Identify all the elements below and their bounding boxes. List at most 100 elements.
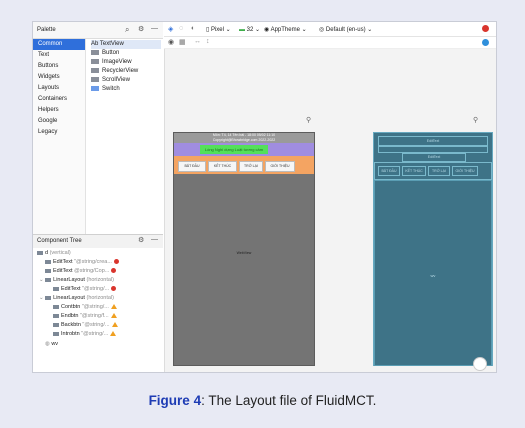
figure-caption: Figure 4: The Layout file of FluidMCT.: [0, 393, 525, 408]
edittext-icon: [53, 286, 59, 291]
eye-icon[interactable]: ◉: [168, 38, 174, 46]
palette-categories: Common Text Buttons Widgets Layouts Cont…: [33, 39, 86, 234]
blueprint-button: KẾT THÚC: [402, 166, 426, 176]
button-icon: [53, 304, 59, 309]
minimize-icon[interactable]: —: [151, 236, 158, 243]
component-tree-title: Component Tree: [37, 238, 82, 244]
gear-icon[interactable]: ⚙: [138, 25, 144, 33]
pin-icon[interactable]: ⚲: [306, 116, 311, 124]
locale-label: Default (en-us): [325, 27, 366, 33]
widget-label: ImageView: [102, 59, 132, 65]
tree-node[interactable]: EditText "@string/...: [53, 286, 117, 292]
resize-horizontal-icon[interactable]: ↔: [194, 38, 201, 45]
node-detail: (horizontal): [86, 277, 114, 283]
android-studio-layout-editor: Palette ⌕ ⚙ — Common Text Buttons Widget…: [32, 21, 497, 373]
category-buttons[interactable]: Buttons: [33, 61, 85, 72]
locale-selector[interactable]: ◎ Default (en-us) ⌄: [319, 26, 372, 33]
resize-vertical-icon[interactable]: ↕: [206, 38, 210, 45]
button-bar: BẮT ĐẦU KẾT THÚC TRỞ LẠI GIỚI THIỆU: [174, 156, 314, 174]
edittext-icon: [45, 259, 51, 264]
button-icon: [91, 49, 99, 55]
edittext-icon: [45, 268, 51, 273]
category-containers[interactable]: Containers: [33, 94, 85, 105]
android-icon: ▬: [239, 27, 245, 33]
tree-node[interactable]: Contbtn "@string/...: [53, 304, 117, 310]
figure-label: Figure 4: [148, 393, 202, 408]
node-detail: "@string/...: [81, 304, 109, 310]
palette-header: Palette ⌕ ⚙ —: [33, 22, 163, 39]
widget-label: ScrollView: [102, 77, 130, 83]
blueprint-toggle-icon[interactable]: ▦: [179, 38, 186, 46]
widget-scrollview[interactable]: ScrollView: [91, 76, 130, 85]
layout-icon: [37, 250, 43, 255]
node-name: d: [45, 250, 49, 256]
theme-label: AppTheme: [270, 27, 300, 33]
night-mode-icon[interactable]: ◐: [191, 25, 195, 32]
category-legacy[interactable]: Legacy: [33, 127, 85, 138]
node-name: EditText: [53, 259, 73, 265]
blueprint-webview: wv: [374, 180, 492, 366]
component-tree: d (vertical) EditText "@string/crea... E…: [33, 248, 163, 372]
node-detail: @string/Cop...: [74, 268, 110, 274]
layout-icon: [45, 295, 52, 300]
widget-textview[interactable]: Ab TextView: [91, 40, 161, 49]
tree-node[interactable]: Backbtn "@string/...: [53, 322, 118, 328]
device-selector[interactable]: ▯ Pixel ⌄: [206, 26, 231, 33]
design-surface-icon[interactable]: ◈: [168, 25, 173, 33]
category-common[interactable]: Common: [33, 39, 85, 50]
status-bar: Môn: T4, 14 Tên bài - 18:00 05/02 11:10 …: [174, 133, 314, 143]
tree-node[interactable]: EditText "@string/crea...: [45, 259, 119, 265]
widget-button[interactable]: Button: [91, 49, 119, 58]
scroll-icon: [91, 76, 99, 82]
tree-node[interactable]: EditText @string/Cop...: [45, 268, 117, 274]
component-tree-header: Component Tree ⚙ —: [33, 234, 163, 249]
blueprint-button: BẮT ĐẦU: [378, 166, 400, 176]
blueprint-button: GIỚI THIỆU: [452, 166, 478, 176]
pin-icon[interactable]: ⚲: [473, 116, 478, 124]
minimize-icon[interactable]: —: [151, 25, 158, 32]
widget-imageview[interactable]: ImageView: [91, 58, 132, 67]
widget-switch[interactable]: Switch: [91, 85, 120, 94]
list-icon: [91, 67, 99, 73]
blueprint-view[interactable]: EditText EditText BẮT ĐẦU KẾT THÚC TRỞ L…: [373, 132, 493, 366]
tree-node[interactable]: ⌄ LinearLayout (horizontal): [39, 295, 114, 301]
edittext-preview[interactable]: Lòng Nghi dựng Luật tương cảm: [200, 145, 268, 154]
orientation-icon[interactable]: ◌: [179, 25, 183, 32]
error-indicator-icon[interactable]: [482, 25, 489, 32]
zoom-fit-icon[interactable]: [473, 357, 487, 371]
gear-icon[interactable]: ⚙: [138, 236, 144, 244]
search-icon[interactable]: ⌕: [125, 25, 129, 35]
back-button[interactable]: TRỞ LẠI: [239, 161, 263, 172]
widget-recyclerview[interactable]: RecyclerView: [91, 67, 138, 76]
error-icon: [111, 268, 117, 274]
api-label: 32: [246, 27, 254, 33]
blueprint-webview-label: wv: [430, 273, 436, 278]
tree-node[interactable]: d (vertical): [37, 250, 71, 256]
phone-preview[interactable]: Môn: T4, 14 Tên bài - 18:00 05/02 11:10 …: [173, 132, 315, 366]
widget-label: RecyclerView: [102, 68, 139, 74]
end-button[interactable]: KẾT THÚC: [208, 161, 237, 172]
secondary-toolbar: ◉ ▦ ↔ ↕: [164, 37, 496, 49]
node-detail: "@string/crea...: [74, 259, 112, 265]
tree-node[interactable]: Endbtn "@string/f...: [53, 313, 117, 319]
theme-selector[interactable]: ◉ AppTheme ⌄: [264, 26, 307, 33]
tree-node[interactable]: ◍ wv: [45, 341, 58, 347]
error-icon: [113, 259, 119, 265]
category-google[interactable]: Google: [33, 116, 85, 127]
category-helpers[interactable]: Helpers: [33, 105, 85, 116]
start-button[interactable]: BẮT ĐẦU: [178, 161, 206, 172]
layout-icon: [45, 277, 52, 282]
widget-label: Switch: [102, 86, 120, 92]
node-detail: "@string/f...: [79, 313, 109, 319]
api-selector[interactable]: ▬ 32 ⌄: [239, 26, 260, 33]
intro-button[interactable]: GIỚI THIỆU: [265, 161, 295, 172]
node-name: Introbtn: [61, 331, 80, 337]
warning-icon: [110, 331, 117, 337]
category-layouts[interactable]: Layouts: [33, 83, 85, 94]
tree-node[interactable]: ⌄ LinearLayout (horizontal): [39, 277, 114, 283]
info-icon[interactable]: [482, 39, 489, 46]
category-widgets[interactable]: Widgets: [33, 72, 85, 83]
tree-node[interactable]: Introbtn "@string/...: [53, 331, 117, 337]
category-text[interactable]: Text: [33, 50, 85, 61]
webview-label: WebView: [236, 251, 252, 255]
